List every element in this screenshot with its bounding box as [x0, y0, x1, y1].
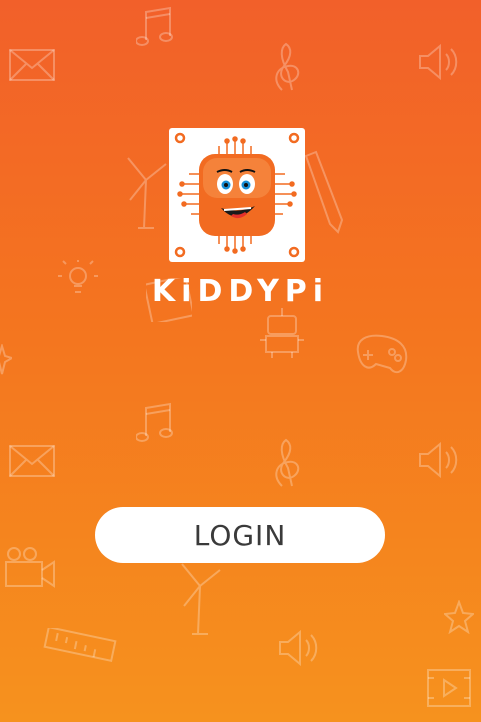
music-note-icon: [136, 6, 173, 46]
speaker-icon: [419, 441, 458, 479]
windmill-icon: [127, 157, 167, 229]
robot-icon: [260, 308, 304, 358]
envelope-icon: [9, 445, 55, 477]
treble-clef-icon: [275, 42, 300, 91]
login-screen: KiDDYPi LOGIN: [0, 0, 481, 722]
play-video-icon: [427, 669, 471, 707]
windmill-icon: [181, 563, 221, 635]
speaker-icon: [419, 43, 458, 81]
ruler-icon: [43, 628, 117, 663]
chip-mascot-icon: [174, 132, 300, 258]
speaker-icon: [279, 629, 318, 667]
music-note-icon: [136, 402, 173, 442]
pencil-icon: [304, 150, 344, 234]
envelope-icon: [9, 49, 55, 81]
gamepad-icon: [356, 334, 408, 374]
app-logo: [169, 128, 305, 262]
star-icon: [0, 344, 12, 375]
camera-icon: [5, 547, 55, 588]
login-button[interactable]: LOGIN: [95, 507, 385, 563]
treble-clef-icon: [275, 438, 300, 487]
brand-name: KiDDYPi: [151, 274, 330, 309]
star-icon: [444, 600, 474, 634]
